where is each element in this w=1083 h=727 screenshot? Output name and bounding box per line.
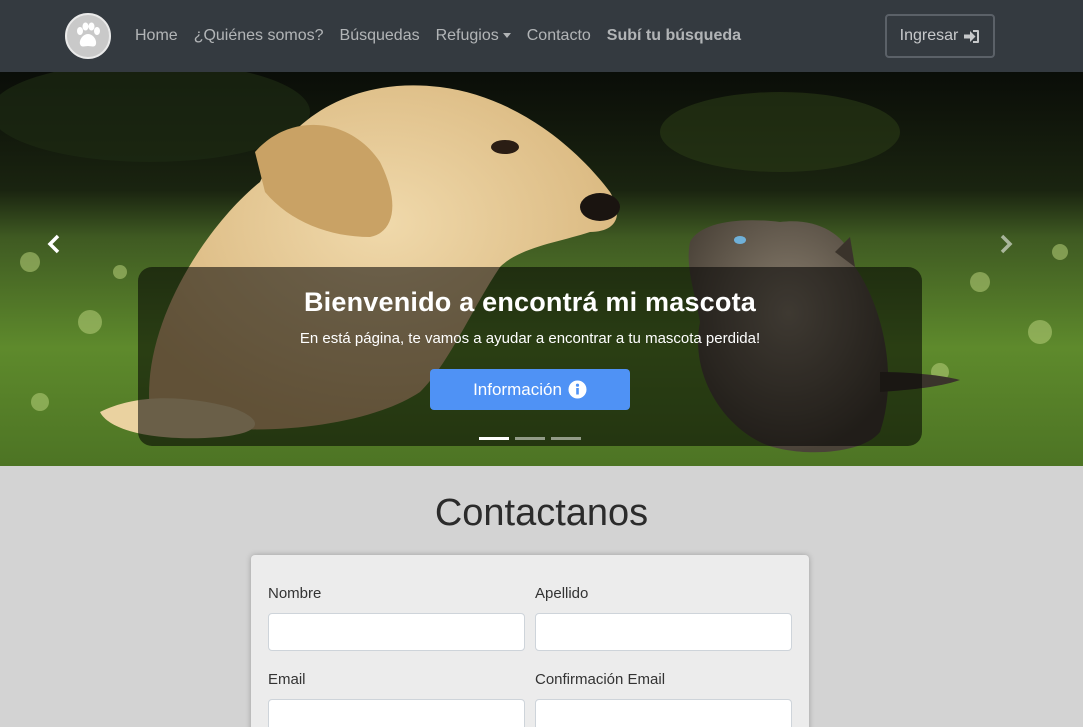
login-button[interactable]: Ingresar — [885, 14, 995, 58]
caret-down-icon — [502, 33, 511, 39]
carousel-indicator-3[interactable] — [551, 437, 581, 440]
nav-subi-tu-busqueda[interactable]: Subí tu búsqueda — [607, 27, 741, 45]
apellido-label: Apellido — [535, 585, 589, 602]
apellido-input[interactable] — [535, 613, 792, 651]
info-button[interactable]: Información — [430, 369, 630, 410]
carousel-caption: Bienvenido a encontrá mi mascota En está… — [138, 267, 922, 446]
nav-links: Home ¿Quiénes somos? Búsquedas Refugios … — [135, 0, 741, 72]
carousel-indicator-1[interactable] — [479, 437, 509, 440]
info-button-label: Información — [473, 379, 562, 399]
nav-busquedas[interactable]: Búsquedas — [340, 27, 420, 45]
nombre-input[interactable] — [268, 613, 525, 651]
chevron-right-icon — [1000, 234, 1013, 254]
nav-refugios-label: Refugios — [435, 27, 499, 44]
paw-logo-icon[interactable] — [65, 13, 111, 59]
nombre-label: Nombre — [268, 585, 322, 602]
nav-contacto[interactable]: Contacto — [527, 27, 591, 45]
info-circle-icon — [568, 380, 587, 399]
hero-title: Bienvenido a encontrá mi mascota — [303, 287, 757, 317]
carousel-indicator-2[interactable] — [515, 437, 545, 440]
nav-refugios-dropdown[interactable]: Refugios — [436, 27, 511, 45]
carousel-prev-button[interactable] — [42, 232, 66, 256]
carousel-indicators — [479, 437, 581, 440]
nav-home[interactable]: Home — [135, 27, 178, 45]
nav-quienes-somos[interactable]: ¿Quiénes somos? — [194, 27, 324, 45]
login-label: Ingresar — [899, 27, 959, 44]
hero-subtitle: En está página, te vamos a ayudar a enco… — [299, 330, 761, 347]
email-confirm-label: Confirmación Email — [535, 671, 666, 688]
chevron-left-icon — [47, 234, 60, 254]
carousel-next-button[interactable] — [994, 232, 1018, 256]
contact-form-card: Nombre Apellido Email Confirmación Email — [251, 555, 809, 727]
email-input[interactable] — [268, 699, 525, 727]
email-label: Email — [268, 671, 306, 688]
navbar: Home ¿Quiénes somos? Búsquedas Refugios … — [0, 0, 1083, 72]
email-confirm-input[interactable] — [535, 699, 792, 727]
sign-in-icon — [964, 29, 980, 43]
hero-carousel: Bienvenido a encontrá mi mascota En está… — [0, 72, 1083, 466]
contact-title: Contactanos — [434, 492, 649, 534]
